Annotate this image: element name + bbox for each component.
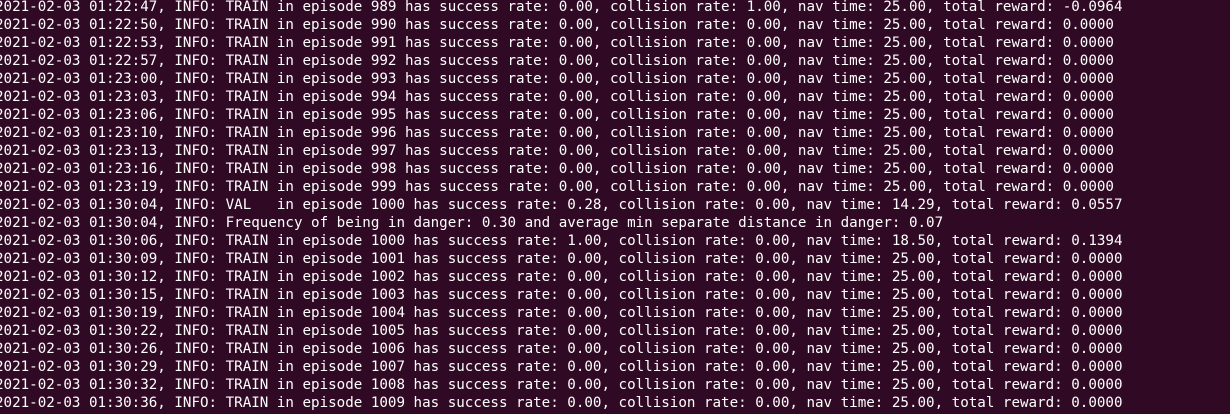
log-line: 2021-02-03 01:30:19, INFO: TRAIN in epis…: [0, 305, 1123, 321]
log-line: 2021-02-03 01:23:13, INFO: TRAIN in epis…: [0, 143, 1114, 159]
log-line: 2021-02-03 01:30:15, INFO: TRAIN in epis…: [0, 287, 1123, 303]
log-line: 2021-02-03 01:30:36, INFO: TRAIN in epis…: [0, 395, 1123, 411]
terminal-window[interactable]: 2021-02-03 01:22:47, INFO: TRAIN in epis…: [0, 0, 1230, 414]
log-line: 2021-02-03 01:23:06, INFO: TRAIN in epis…: [0, 107, 1114, 123]
log-line: 2021-02-03 01:30:06, INFO: TRAIN in epis…: [0, 233, 1123, 249]
log-line: 2021-02-03 01:23:16, INFO: TRAIN in epis…: [0, 161, 1114, 177]
log-line: 2021-02-03 01:23:00, INFO: TRAIN in epis…: [0, 71, 1114, 87]
log-line: 2021-02-03 01:30:26, INFO: TRAIN in epis…: [0, 341, 1123, 357]
log-line: 2021-02-03 01:22:53, INFO: TRAIN in epis…: [0, 35, 1114, 51]
log-line-danger-stats: 2021-02-03 01:30:04, INFO: Frequency of …: [0, 215, 944, 231]
log-line: 2021-02-03 01:23:10, INFO: TRAIN in epis…: [0, 125, 1114, 141]
log-line: 2021-02-03 01:30:09, INFO: TRAIN in epis…: [0, 251, 1123, 267]
log-line: 2021-02-03 01:30:12, INFO: TRAIN in epis…: [0, 269, 1123, 285]
log-line-val: 2021-02-03 01:30:04, INFO: VAL in episod…: [0, 197, 1123, 213]
log-line: 2021-02-03 01:23:19, INFO: TRAIN in epis…: [0, 179, 1114, 195]
log-line: 2021-02-03 01:22:57, INFO: TRAIN in epis…: [0, 53, 1114, 69]
log-line: 2021-02-03 01:30:22, INFO: TRAIN in epis…: [0, 323, 1123, 339]
log-line: 2021-02-03 01:22:47, INFO: TRAIN in epis…: [0, 0, 1123, 15]
log-output: 2021-02-03 01:22:47, INFO: TRAIN in epis…: [0, 0, 1123, 412]
log-line: 2021-02-03 01:30:29, INFO: TRAIN in epis…: [0, 359, 1123, 375]
log-line: 2021-02-03 01:30:32, INFO: TRAIN in epis…: [0, 377, 1123, 393]
log-line: 2021-02-03 01:22:50, INFO: TRAIN in epis…: [0, 17, 1114, 33]
log-line: 2021-02-03 01:23:03, INFO: TRAIN in epis…: [0, 89, 1114, 105]
